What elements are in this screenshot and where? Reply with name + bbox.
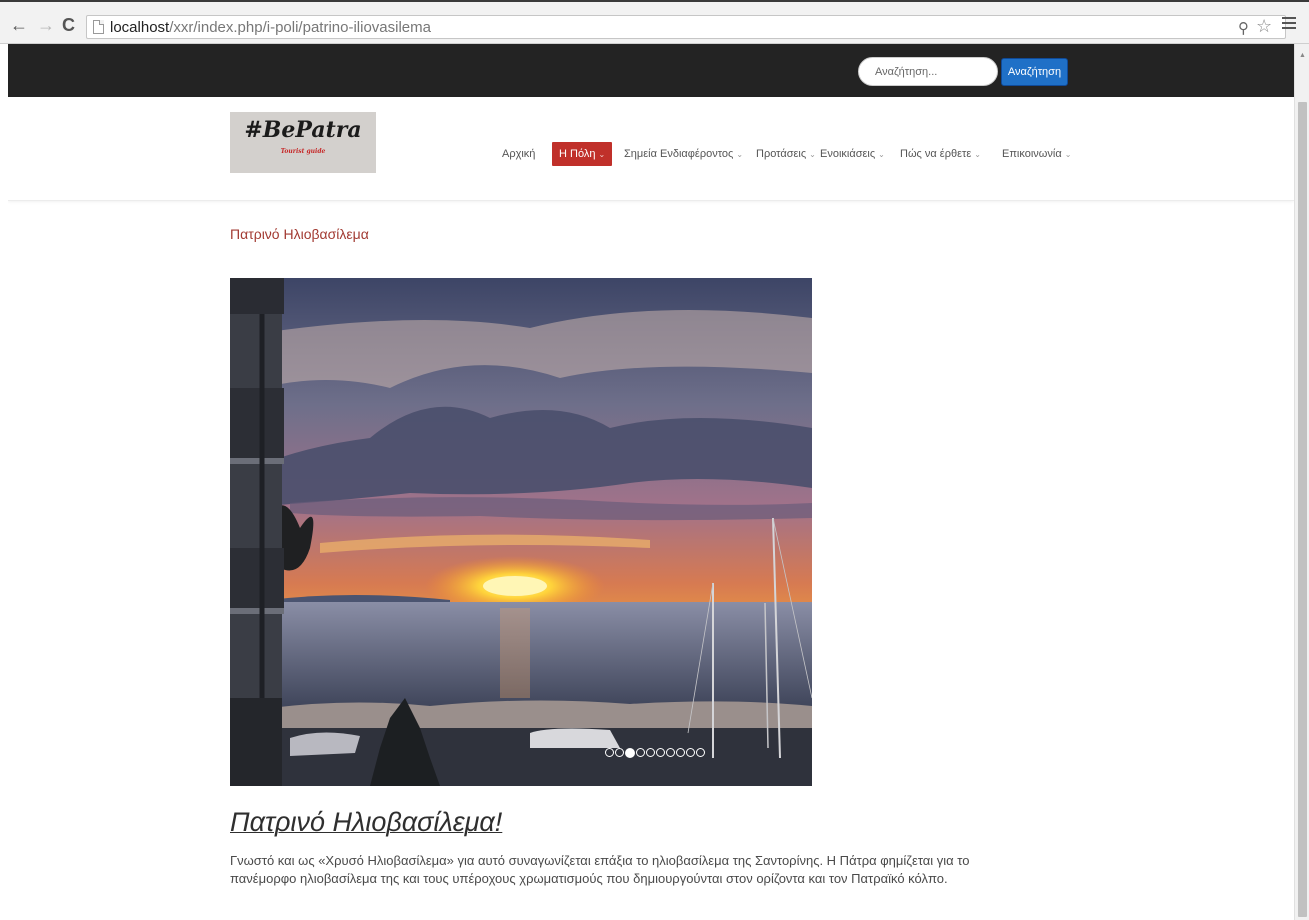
scroll-up-icon[interactable]: ▲ <box>1299 52 1306 59</box>
page-breadcrumb: Πατρινό Ηλιοβασίλεμα <box>230 226 369 242</box>
url-text[interactable]: localhost/xxr/index.php/i-poli/patrino-i… <box>110 19 431 36</box>
menu-item-suggestions[interactable]: Προτάσεις ⌄ <box>756 142 816 166</box>
reload-icon[interactable]: C <box>62 16 75 34</box>
chevron-down-icon: ⌄ <box>1064 150 1072 159</box>
menu-item-label: Σημεία Ενδιαφέροντος <box>624 148 734 160</box>
slider-dot[interactable] <box>666 748 675 758</box>
scrollbar-thumb[interactable] <box>1298 102 1307 917</box>
slider-dot[interactable] <box>625 747 635 758</box>
menu-item-label: Επικοινωνία <box>1002 148 1062 160</box>
url-path: /xxr/index.php/i-poli/patrino-iliovasile… <box>169 19 431 36</box>
slider-dot[interactable] <box>676 748 685 758</box>
article-body-line: Γνωστό και ως «Χρυσό Ηλιοβασίλεμα» για α… <box>230 853 970 868</box>
chevron-down-icon: ⌄ <box>809 150 816 159</box>
browser-menu-icon[interactable] <box>1282 17 1296 32</box>
menu-item-label: Αρχική <box>502 148 536 160</box>
page-icon <box>93 20 104 34</box>
menu-item-rentals[interactable]: Ενοικιάσεις ⌄ <box>820 142 885 166</box>
main-menu: Αρχική Η Πόλη ⌄ Σημεία Ενδιαφέροντος ⌄ Προ… <box>8 142 1294 166</box>
search-button[interactable]: Αναζήτηση <box>1001 58 1068 86</box>
menu-item-label: Ενοικιάσεις <box>820 148 876 160</box>
search-input[interactable]: Αναζήτηση... <box>858 57 998 86</box>
slider-dot[interactable] <box>615 748 624 758</box>
browser-toolbar: ← → C localhost/xxr/index.php/i-poli/pat… <box>0 0 1309 44</box>
slider-dot[interactable] <box>646 748 655 758</box>
menu-item-city[interactable]: Η Πόλη ⌄ <box>552 142 613 166</box>
url-host: localhost <box>110 19 170 36</box>
menu-item-home[interactable]: Αρχική <box>502 142 535 166</box>
page-viewport: Αναζήτηση... Αναζήτηση #BePatra Tourist … <box>8 44 1294 920</box>
bookmark-star-icon[interactable]: ☆ <box>1256 16 1272 37</box>
address-bar[interactable]: localhost/xxr/index.php/i-poli/patrino-i… <box>86 15 1286 39</box>
slider-dot[interactable] <box>636 748 645 758</box>
top-bar: Αναζήτηση... Αναζήτηση <box>8 44 1294 97</box>
chevron-down-icon: ⌄ <box>974 150 981 159</box>
menu-item-how-to-come[interactable]: Πώς να έρθετε ⌄ <box>900 142 981 166</box>
menu-item-points-of-interest[interactable]: Σημεία Ενδιαφέροντος ⌄ <box>624 142 743 166</box>
article-body-line: πανέμορφο ηλιοβασίλεμα της και τους υπέρ… <box>230 871 948 886</box>
menu-item-label: Πώς να έρθετε <box>900 148 972 160</box>
chevron-down-icon: ⌄ <box>878 150 885 159</box>
chevron-down-icon: ⌄ <box>736 150 744 159</box>
zoom-icon[interactable]: ⚲ <box>1238 19 1249 37</box>
article-body: Γνωστό και ως «Χρυσό Ηλιοβασίλεμα» για α… <box>230 852 1050 888</box>
slider-dot[interactable] <box>656 748 665 758</box>
menu-item-label: Προτάσεις <box>756 148 807 160</box>
menu-item-contact[interactable]: Επικοινωνία ⌄ <box>1002 142 1071 166</box>
image-slider[interactable] <box>230 278 812 786</box>
article-title[interactable]: Πατρινό Ηλιοβασίλεμα! <box>230 807 502 838</box>
site-header: #BePatra Tourist guide Αρχική Η Πόλη ⌄ Ση… <box>8 97 1294 201</box>
back-arrow-icon[interactable]: ← <box>10 16 28 34</box>
logo-text: #BePatra <box>244 117 362 143</box>
page-scrollbar[interactable]: ▲ <box>1294 44 1309 920</box>
slider-dot[interactable] <box>686 748 695 758</box>
sunset-photo <box>230 278 812 786</box>
chevron-down-icon: ⌄ <box>598 150 606 159</box>
slider-dot[interactable] <box>696 748 705 758</box>
slider-dots <box>605 744 706 758</box>
menu-item-label: Η Πόλη <box>559 148 596 160</box>
slider-dot[interactable] <box>605 748 614 758</box>
forward-arrow-icon[interactable]: → <box>37 16 55 34</box>
